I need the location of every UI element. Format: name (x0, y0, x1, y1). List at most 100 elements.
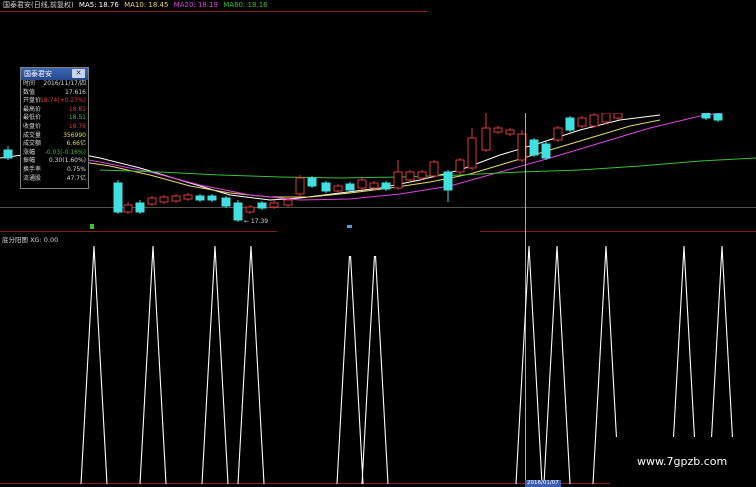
info-row-label: 最低价 (23, 114, 42, 122)
candle-body (295, 177, 305, 195)
candle-up (183, 193, 193, 201)
candle-down (207, 194, 217, 202)
candle-body (541, 143, 551, 159)
candle-body (577, 117, 587, 127)
candle-down (529, 138, 539, 157)
candle-up (123, 202, 133, 214)
info-row: 最低价 18.51 (21, 114, 88, 123)
signal-spike (237, 245, 265, 485)
candle-body (713, 113, 723, 121)
info-row-value: 6.66亿 (66, 140, 86, 148)
signal-spike (80, 245, 108, 485)
watermark-text: www.7gpzb.com (637, 455, 728, 468)
info-row: 数值 17.616 (21, 89, 88, 98)
candle-down (307, 176, 317, 188)
candle-body (195, 195, 205, 201)
info-row: 振幅 0.30(1.60%) (21, 157, 88, 166)
signal-spike (361, 245, 389, 485)
candle-up (429, 160, 439, 178)
candle-body (207, 195, 217, 201)
candle-body (505, 129, 515, 135)
candle-up (467, 128, 477, 170)
candle-body (333, 185, 343, 192)
candle-body (553, 127, 563, 141)
masked-region-top (428, 0, 756, 113)
info-row-value: 0.30(1.60%) (48, 157, 86, 165)
candle-body (381, 182, 391, 190)
candle-body (429, 161, 439, 177)
candle-body (455, 159, 465, 173)
ma5-label: MA5: 18.76 (78, 1, 119, 9)
event-marker (347, 225, 352, 228)
masked-region-middle (277, 231, 480, 256)
candle-down (345, 182, 355, 192)
info-row-value: 0.75% (66, 165, 86, 173)
info-row: 收盘价 18.76 (21, 123, 88, 132)
candle-up (577, 116, 587, 128)
low-price-annotation: ← 17.39 (244, 218, 269, 225)
candlestick-series (3, 110, 723, 229)
info-row-label: 开盘价 (23, 97, 42, 105)
candle-down (565, 116, 575, 132)
candle-body (517, 133, 527, 161)
candle-up (455, 158, 465, 174)
close-icon[interactable]: ✕ (72, 69, 85, 78)
candle-body (159, 196, 169, 203)
candle-up (405, 170, 415, 182)
candle-down (233, 200, 243, 222)
candle-body (589, 114, 599, 127)
indicator-label: 底分阳图 XG: 0.00 (2, 236, 59, 244)
candle-body (257, 202, 267, 209)
candle-up (333, 184, 343, 193)
candle-up (171, 194, 181, 203)
info-row-label: 时间 (23, 80, 36, 87)
info-row-value: 356990 (63, 131, 86, 139)
candle-body (481, 127, 491, 151)
candle-down (381, 181, 391, 191)
candle-down (541, 142, 551, 160)
candle-body (369, 182, 379, 189)
candle-up (393, 160, 403, 190)
info-row-label: 成交量 (23, 131, 42, 139)
signal-spike (139, 245, 167, 485)
candle-body (565, 117, 575, 131)
candle-body (321, 182, 331, 192)
candle-down (257, 201, 267, 210)
candle-body (269, 202, 279, 208)
info-row-label: 成交额 (23, 140, 42, 148)
candle-up (553, 126, 563, 142)
info-row-label: 流通股 (23, 174, 42, 182)
candle-body (601, 112, 611, 123)
stock-title: 国泰君安(日线,前复权) (3, 1, 74, 9)
candle-body (529, 139, 539, 156)
candle-body (221, 197, 231, 207)
candle-down (443, 170, 453, 202)
info-panel-title[interactable]: 国泰君安 ✕ (21, 68, 88, 80)
info-row: 换手率 0.75% (21, 166, 88, 175)
candle-body (417, 171, 427, 179)
candle-body (405, 171, 415, 181)
ma60-label: MA60: 18.16 (223, 1, 268, 9)
candle-up (505, 128, 515, 136)
signal-spike (543, 245, 571, 485)
signal-spike (515, 245, 543, 485)
info-row-value: 18.51 (68, 114, 86, 122)
info-row: 时间 2016/11/17/四 (21, 80, 88, 89)
candle-up (245, 205, 255, 214)
candle-body (3, 149, 13, 159)
candle-body (123, 204, 133, 213)
info-row-label: 收盘价 (23, 122, 42, 130)
quote-info-panel[interactable]: 国泰君安 ✕ 时间 2016/11/17/四 数值 17.616 开盘价 18.74(+0… (20, 67, 89, 189)
candle-body (613, 112, 623, 119)
signal-spike (336, 245, 364, 485)
candle-down (113, 180, 123, 214)
candle-up (493, 126, 503, 134)
info-row-value: 18.74(+0.27%) (40, 97, 86, 105)
candle-body (233, 202, 243, 221)
candle-body (283, 199, 293, 206)
candle-up (589, 113, 599, 128)
info-row-value: 18.81 (68, 105, 86, 113)
candle-body (147, 197, 157, 205)
info-row: 开盘价 18.74(+0.27%) (21, 97, 88, 106)
info-row-value: 47.7亿 (66, 174, 86, 182)
